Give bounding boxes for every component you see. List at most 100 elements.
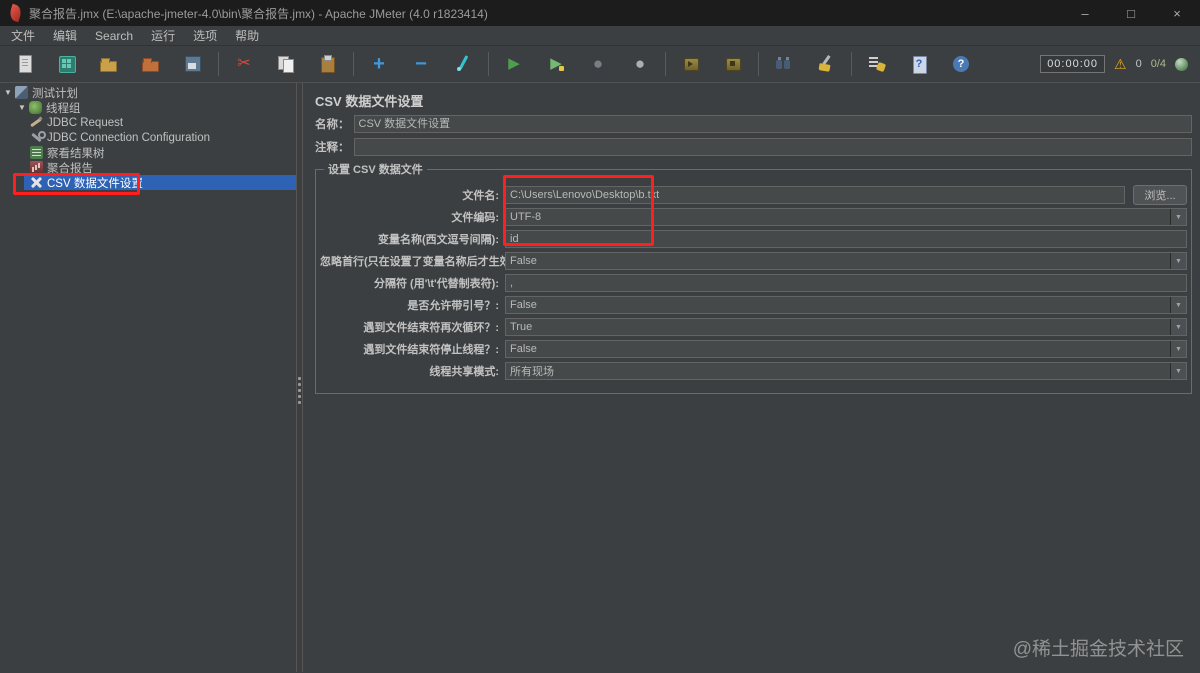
warning-icon[interactable]: ⚠ [1114,57,1127,71]
jmeter-logo-icon [7,3,24,23]
close-file-button[interactable] [137,50,165,78]
comment-input[interactable] [353,138,1192,156]
clear-button[interactable] [812,50,840,78]
menu-search[interactable]: Search [86,27,142,45]
open-file-button[interactable] [95,50,123,78]
thread-group-icon [29,101,42,114]
browse-button[interactable]: 浏览... [1133,185,1187,205]
toggle-icon [453,54,473,74]
save-button[interactable] [179,50,207,78]
chevron-down-icon[interactable]: ▼ [1170,253,1186,269]
menu-options[interactable]: 选项 [184,25,226,46]
tree-item-jdbc-request[interactable]: JDBC Request [0,115,296,130]
filename-value: C:\Users\Lenovo\Desktop\b.txt [510,189,660,201]
chevron-down-icon[interactable]: ▼ [1170,209,1186,225]
stop-thread-on-eof-select[interactable]: False ▼ [505,340,1187,358]
variable-names-input[interactable]: id [505,230,1187,248]
shutdown-icon [630,54,650,74]
aggregate-report-icon [30,161,43,174]
remote-shutdown-all-button[interactable] [719,50,747,78]
add-button[interactable] [365,50,393,78]
view-results-tree-icon [30,146,43,159]
filename-input[interactable]: C:\Users\Lenovo\Desktop\b.txt [505,186,1125,204]
name-label: 名称： [315,119,350,131]
test-state-led-icon [1175,57,1188,71]
window-controls: – □ × [1062,0,1200,26]
comment-row: 注释： [315,138,1192,156]
chevron-down-icon[interactable]: ▼ [1170,319,1186,335]
new-file-button[interactable] [11,50,39,78]
start-no-timers-icon [546,54,566,74]
ignore-first-line-select[interactable]: False ▼ [505,252,1187,270]
name-input[interactable]: CSV 数据文件设置 [353,115,1192,133]
titlebar: 聚合报告.jmx (E:\apache-jmeter-4.0\bin\聚合报告.… [0,0,1200,26]
sharing-mode-select[interactable]: 所有现场 ▼ [505,362,1187,380]
tree-item-aggregate-report[interactable]: 聚合报告 [0,160,296,175]
chevron-down-icon[interactable]: ▼ [1170,363,1186,379]
clear-all-button[interactable] [863,50,891,78]
sharing-mode-value: 所有现场 [510,366,554,378]
close-button[interactable]: × [1154,0,1200,26]
stop-icon [588,54,608,74]
toolbar-status-area: 00:00:00 ⚠ 0 0/4 [1040,55,1200,73]
templates-button[interactable] [53,50,81,78]
stop-button[interactable] [584,50,612,78]
ignore-first-line-value: False [510,255,537,267]
cut-button[interactable] [230,50,258,78]
allow-quoted-data-select[interactable]: False ▼ [505,296,1187,314]
function-helper-button[interactable] [905,50,933,78]
start-no-timers-button[interactable] [542,50,570,78]
recycle-on-eof-select[interactable]: True ▼ [505,318,1187,336]
menu-run[interactable]: 运行 [142,25,184,46]
expander-icon[interactable]: ▼ [18,100,29,115]
remote-start-all-button[interactable] [677,50,705,78]
toolbar-separator [758,52,759,76]
templates-icon [57,54,77,74]
chevron-down-icon[interactable]: ▼ [1170,341,1186,357]
chevron-down-icon[interactable]: ▼ [1170,297,1186,313]
remove-button[interactable] [407,50,435,78]
filename-row: 文件名: C:\Users\Lenovo\Desktop\b.txt 浏览... [320,185,1187,205]
allow-quoted-data-value: False [510,299,537,311]
maximize-button[interactable]: □ [1108,0,1154,26]
paste-button[interactable] [314,50,342,78]
warning-count: 0 [1135,58,1142,70]
menu-help[interactable]: 帮助 [226,25,268,46]
file-encoding-select[interactable]: UTF-8 ▼ [505,208,1187,226]
test-plan-tree: ▼ 测试计划 ▼ 线程组 JDBC Request JDBC Connectio… [0,83,296,672]
toolbar-separator [851,52,852,76]
minimize-button[interactable]: – [1062,0,1108,26]
jmeter-window: 聚合报告.jmx (E:\apache-jmeter-4.0\bin\聚合报告.… [0,0,1200,673]
tree-item-jdbc-connection-configuration[interactable]: JDBC Connection Configuration [0,130,296,145]
save-icon [183,54,203,74]
copy-button[interactable] [272,50,300,78]
tree-item-csv-data-set-config[interactable]: CSV 数据文件设置 [0,175,296,190]
cut-icon [234,54,254,74]
tree-item-label: 聚合报告 [47,162,93,175]
tree-item-view-results-tree[interactable]: 察看结果树 [0,145,296,160]
help-icon [951,54,971,74]
add-icon [369,54,389,74]
allow-quoted-data-row: 是否允许带引号？: False ▼ [320,295,1187,315]
menu-edit[interactable]: 编辑 [44,25,86,46]
search-button[interactable] [770,50,798,78]
variable-names-label: 变量名称(西文逗号间隔): [378,234,499,246]
variable-names-row: 变量名称(西文逗号间隔): id [320,229,1187,249]
comment-label: 注释： [315,142,350,154]
test-plan-icon [15,86,28,99]
delimiter-input[interactable]: , [505,274,1187,292]
tree-item-test-plan[interactable]: ▼ 测试计划 [0,85,296,100]
expander-icon[interactable]: ▼ [4,85,15,100]
split-divider[interactable] [296,83,303,672]
csv-data-set-config-panel: CSV 数据文件设置 名称： CSV 数据文件设置 注释： 设置 CSV 数据文… [303,83,1200,672]
sharing-mode-label: 线程共享模式: [429,366,499,378]
start-button[interactable] [500,50,528,78]
remove-icon [411,54,431,74]
tree-item-thread-group[interactable]: ▼ 线程组 [0,100,296,115]
menu-file[interactable]: 文件 [2,25,44,46]
toggle-button[interactable] [449,50,477,78]
tree-item-label: 测试计划 [32,87,78,100]
shutdown-button[interactable] [626,50,654,78]
help-button[interactable] [947,50,975,78]
test-timer: 00:00:00 [1040,55,1106,73]
